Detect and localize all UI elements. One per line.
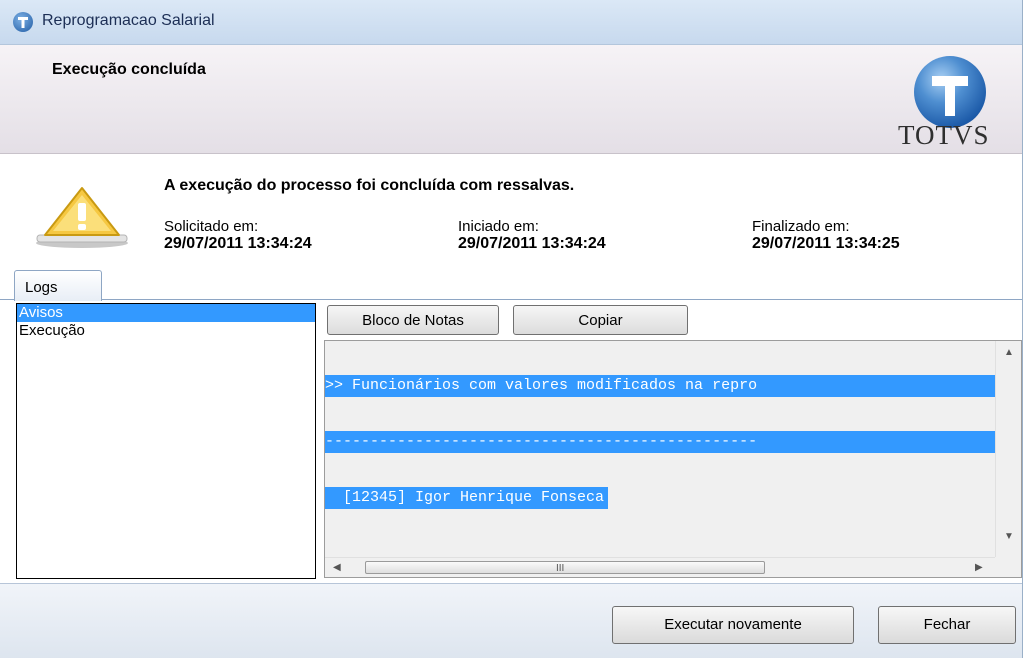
vertical-scrollbar[interactable]: ▲ ▼ (995, 341, 1020, 557)
globe-icon (914, 56, 986, 128)
scroll-right-icon[interactable]: ▶ (975, 562, 983, 573)
notepad-button[interactable]: Bloco de Notas (327, 305, 499, 335)
requested-value: 29/07/2011 13:34:24 (164, 235, 312, 252)
close-button-label: Fechar (923, 616, 971, 633)
log-line-header: >> Funcionários com valores modificados … (325, 375, 995, 397)
log-text-area[interactable]: >> Funcionários com valores modificados … (324, 340, 1022, 578)
window-title: Reprogramacao Salarial (42, 12, 215, 29)
header-band: Execução concluída TOTVS (0, 45, 1022, 154)
close-button[interactable]: Fechar (878, 606, 1016, 644)
tab-logs[interactable]: Logs (14, 270, 102, 301)
log-line-employee: [12345] Igor Henrique Fonseca (325, 487, 609, 509)
finished-label: Finalizado em: (752, 218, 850, 235)
logo-text: TOTVS (898, 120, 990, 150)
footer-bar (0, 583, 1022, 658)
started-label: Iniciado em: (458, 218, 539, 235)
log-line-separator: ----------------------------------------… (325, 431, 995, 453)
horizontal-scroll-thumb[interactable]: III (365, 561, 765, 574)
list-item-avisos[interactable]: Avisos (17, 304, 315, 322)
requested-info: Solicitado em: 29/07/2011 13:34:24 (164, 218, 312, 252)
copy-button[interactable]: Copiar (513, 305, 688, 335)
app-icon (13, 12, 33, 32)
status-message: A execução do processo foi concluída com… (164, 177, 575, 194)
title-bar[interactable]: Reprogramacao Salarial (0, 0, 1022, 45)
log-text-content[interactable]: >> Funcionários com valores modificados … (325, 341, 995, 557)
finished-value: 29/07/2011 13:34:25 (752, 235, 900, 252)
totvs-logo: TOTVS (898, 50, 1022, 150)
header-title: Execução concluída (52, 61, 206, 78)
dialog-window: Reprogramacao Salarial Execução concluíd… (0, 0, 1023, 658)
started-info: Iniciado em: 29/07/2011 13:34:24 (458, 218, 606, 252)
horizontal-scrollbar[interactable]: ◀ III ▶ (325, 557, 995, 577)
list-item-execucao[interactable]: Execução (17, 322, 315, 340)
scroll-up-icon[interactable]: ▲ (1004, 347, 1014, 358)
run-again-button[interactable]: Executar novamente (612, 606, 854, 644)
warning-icon (36, 187, 128, 248)
tab-logs-label: Logs (25, 279, 58, 296)
log-category-list[interactable]: Avisos Execução (16, 303, 316, 579)
scroll-down-icon[interactable]: ▼ (1004, 531, 1014, 542)
scroll-grip: III (556, 563, 565, 574)
finished-info: Finalizado em: 29/07/2011 13:34:25 (752, 218, 900, 252)
scroll-left-icon[interactable]: ◀ (333, 562, 341, 573)
started-value: 29/07/2011 13:34:24 (458, 235, 606, 252)
requested-label: Solicitado em: (164, 218, 259, 235)
